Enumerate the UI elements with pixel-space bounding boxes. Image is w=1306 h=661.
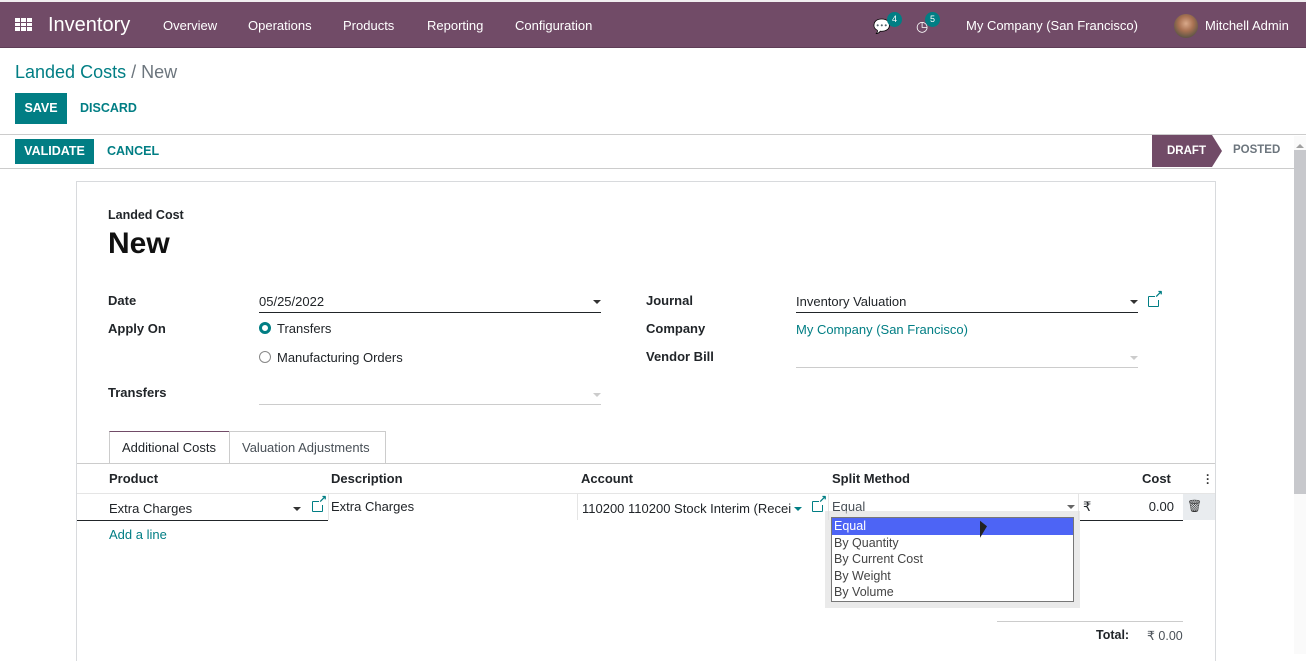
divider bbox=[0, 134, 1306, 135]
vendor-bill-input[interactable] bbox=[796, 350, 1126, 366]
journal-label: Journal bbox=[646, 293, 693, 308]
add-line-link[interactable]: Add a line bbox=[109, 527, 167, 542]
transfers-dropdown-icon[interactable] bbox=[593, 393, 601, 397]
status-posted: POSTED bbox=[1233, 144, 1281, 156]
radio-manufacturing-orders[interactable] bbox=[259, 351, 271, 363]
breadcrumb-separator: / bbox=[131, 62, 137, 82]
mouse-cursor-icon bbox=[980, 520, 987, 541]
account-external-link-icon[interactable] bbox=[812, 495, 827, 512]
transfers-label: Transfers bbox=[108, 385, 167, 400]
divider bbox=[0, 168, 1294, 169]
radio-transfers-label[interactable]: Transfers bbox=[277, 321, 331, 336]
top-navbar: Inventory Overview Operations Products R… bbox=[0, 0, 1306, 48]
option-by-volume[interactable]: By Volume bbox=[832, 584, 1073, 601]
company-switcher[interactable]: My Company (San Francisco) bbox=[966, 18, 1138, 33]
product-external-link-icon[interactable] bbox=[312, 495, 327, 512]
record-title: New bbox=[108, 227, 170, 260]
row-split-method-select[interactable]: Equal bbox=[832, 499, 865, 514]
col-product[interactable]: Product bbox=[109, 471, 158, 486]
column-separator bbox=[328, 494, 329, 520]
user-avatar[interactable] bbox=[1174, 14, 1198, 38]
breadcrumb-landed-costs[interactable]: Landed Costs bbox=[15, 62, 126, 82]
row-currency-symbol: ₹ bbox=[1083, 499, 1092, 514]
tab-additional-costs[interactable]: Additional Costs bbox=[109, 431, 230, 464]
journal-external-link-icon[interactable] bbox=[1148, 290, 1163, 307]
radio-transfers[interactable] bbox=[259, 322, 271, 334]
row-divider bbox=[77, 493, 1215, 494]
scroll-up-arrow-icon[interactable] bbox=[1296, 144, 1304, 148]
row-account-input[interactable]: 110200 110200 Stock Interim (Recei bbox=[582, 501, 792, 516]
split-method-dropdown-list[interactable]: Equal By Quantity By Current Cost By Wei… bbox=[831, 517, 1074, 602]
journal-dropdown-icon[interactable] bbox=[1130, 300, 1138, 304]
menu-operations[interactable]: Operations bbox=[248, 18, 312, 33]
activities-badge: 5 bbox=[925, 12, 940, 27]
optional-columns-kebab-icon[interactable]: · · · bbox=[1206, 469, 1210, 489]
discard-button[interactable]: DISCARD bbox=[80, 101, 137, 115]
tab-valuation-adjustments[interactable]: Valuation Adjustments bbox=[229, 431, 386, 464]
option-by-quantity[interactable]: By Quantity bbox=[832, 535, 1073, 552]
table-top-border bbox=[77, 463, 1215, 464]
column-separator bbox=[577, 494, 578, 520]
menu-products[interactable]: Products bbox=[343, 18, 394, 33]
row-cost-input[interactable]: 0.00 bbox=[1120, 499, 1174, 514]
total-value: ₹ 0.00 bbox=[1147, 629, 1183, 643]
vertical-scrollbar[interactable] bbox=[1294, 136, 1306, 654]
apply-on-label: Apply On bbox=[108, 321, 166, 336]
journal-input[interactable]: Inventory Valuation bbox=[796, 294, 906, 309]
radio-manufacturing-orders-label[interactable]: Manufacturing Orders bbox=[277, 350, 403, 365]
date-dropdown-icon[interactable] bbox=[593, 300, 601, 304]
product-underline bbox=[77, 520, 328, 521]
column-separator bbox=[828, 494, 829, 520]
option-equal[interactable]: Equal bbox=[832, 518, 1073, 535]
row-product-input[interactable]: Extra Charges bbox=[109, 501, 192, 516]
col-description[interactable]: Description bbox=[331, 471, 403, 486]
date-input[interactable]: 05/25/2022 bbox=[259, 294, 324, 309]
user-menu[interactable]: Mitchell Admin bbox=[1205, 18, 1289, 33]
account-dropdown-icon[interactable] bbox=[794, 507, 802, 511]
product-dropdown-icon[interactable] bbox=[293, 507, 301, 511]
col-account[interactable]: Account bbox=[581, 471, 633, 486]
column-separator bbox=[1078, 494, 1079, 520]
total-divider bbox=[997, 621, 1183, 622]
app-name[interactable]: Inventory bbox=[48, 14, 130, 37]
col-cost[interactable]: Cost bbox=[1142, 471, 1171, 486]
save-button[interactable]: SAVE bbox=[15, 93, 67, 124]
split-method-dropdown-icon[interactable] bbox=[1067, 505, 1075, 509]
row-description-input[interactable]: Extra Charges bbox=[331, 499, 414, 514]
breadcrumb: Landed Costs / New bbox=[15, 62, 177, 83]
date-label: Date bbox=[108, 293, 137, 308]
journal-underline bbox=[796, 312, 1138, 313]
messages-badge: 4 bbox=[887, 12, 902, 27]
transfers-input[interactable] bbox=[259, 387, 589, 403]
trash-icon[interactable]: 🗑 bbox=[1187, 499, 1202, 513]
title-label: Landed Cost bbox=[108, 208, 184, 222]
transfers-underline bbox=[259, 404, 601, 405]
validate-button[interactable]: VALIDATE bbox=[15, 139, 94, 164]
total-label: Total: bbox=[1096, 628, 1130, 642]
scroll-thumb[interactable] bbox=[1294, 150, 1306, 494]
company-link[interactable]: My Company (San Francisco) bbox=[796, 322, 968, 337]
breadcrumb-current: New bbox=[141, 62, 178, 82]
cancel-button[interactable]: CANCEL bbox=[107, 144, 159, 158]
menu-configuration[interactable]: Configuration bbox=[515, 18, 592, 33]
option-by-current-cost[interactable]: By Current Cost bbox=[832, 551, 1073, 568]
vendor-bill-label: Vendor Bill bbox=[646, 349, 714, 364]
company-label: Company bbox=[646, 321, 706, 336]
option-by-weight[interactable]: By Weight bbox=[832, 568, 1073, 585]
status-draft: DRAFT bbox=[1152, 135, 1222, 167]
col-split-method[interactable]: Split Method bbox=[832, 471, 910, 486]
date-underline bbox=[259, 312, 601, 313]
apps-menu-icon[interactable] bbox=[15, 18, 32, 31]
menu-reporting[interactable]: Reporting bbox=[427, 18, 483, 33]
cost-underline bbox=[1080, 520, 1183, 521]
vendor-bill-underline bbox=[796, 367, 1138, 368]
menu-overview[interactable]: Overview bbox=[163, 18, 217, 33]
vendor-bill-dropdown-icon[interactable] bbox=[1130, 356, 1138, 360]
